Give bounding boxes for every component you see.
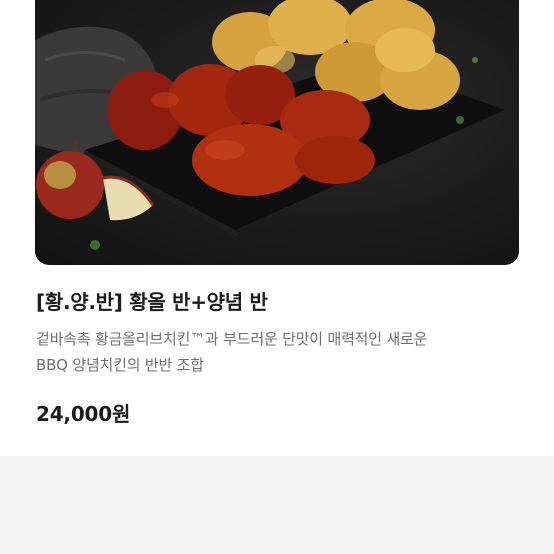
fried-chicken-photo-icon: [35, 0, 505, 250]
product-price: 24,000원: [36, 402, 131, 426]
product-description: 겉바속촉 황금올리브치킨™과 부드러운 단맛이 매력적인 새로운 BBQ 양념치…: [36, 326, 516, 378]
product-title[interactable]: [황.양.반] 황올 반+양념 반: [36, 286, 268, 315]
product-image[interactable]: [35, 0, 519, 265]
product-description-line: 겉바속촉 황금올리브치킨™과 부드러운 단맛이 매력적인 새로운: [36, 330, 428, 348]
product-description-line: BBQ 양념치킨의 반반 조합: [36, 356, 204, 374]
product-card[interactable]: [황.양.반] 황올 반+양념 반 겉바속촉 황금올리브치킨™과 부드러운 단맛…: [0, 0, 554, 456]
